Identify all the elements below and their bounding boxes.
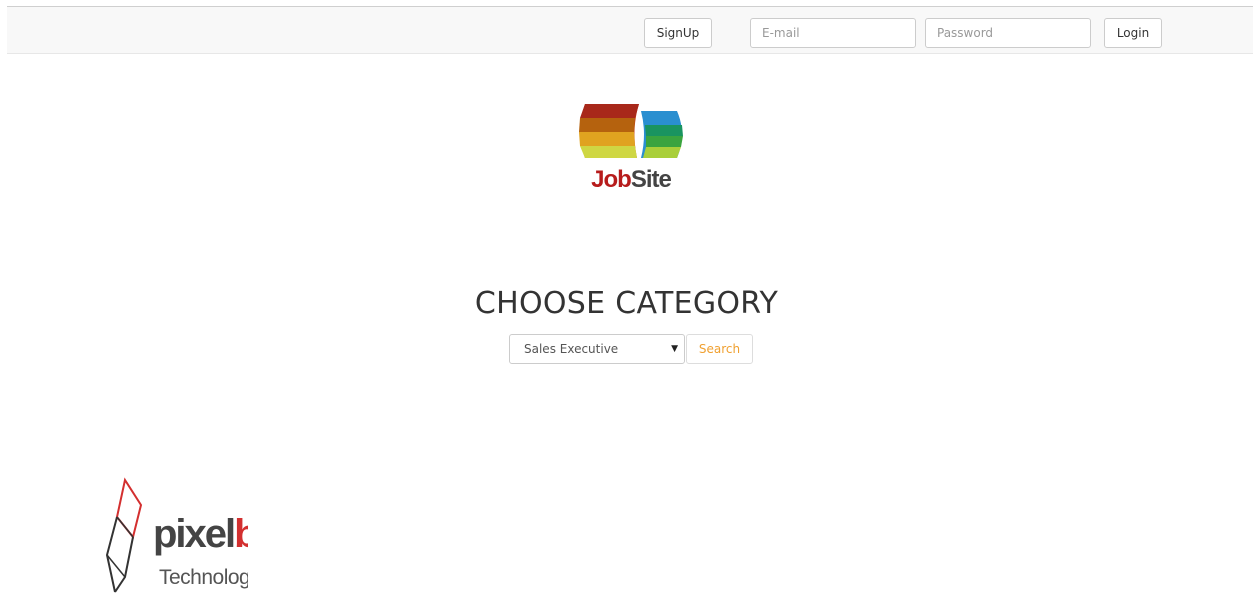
page-title: CHOOSE CATEGORY <box>474 286 779 321</box>
logo-wordmark: JobSite <box>577 166 685 194</box>
signup-button[interactable]: SignUp <box>644 18 712 48</box>
svg-text:pixelbox: pixelbox <box>153 512 248 556</box>
footer-brand-pixel: pixel <box>153 512 234 556</box>
email-field[interactable] <box>750 18 916 48</box>
password-field[interactable] <box>925 18 1091 48</box>
pixelbox-logo-icon: pixelbox Technologies <box>105 477 248 593</box>
logo-word-site: Site <box>630 166 672 193</box>
logo-word-job: Job <box>591 166 632 193</box>
login-button[interactable]: Login <box>1104 18 1162 48</box>
footer-brand-box: box <box>234 512 248 556</box>
search-button[interactable]: Search <box>686 334 753 364</box>
footer-brand-sub: Technologies <box>159 566 248 589</box>
chevron-down-icon: ▼ <box>671 344 678 354</box>
category-select[interactable]: Sales Executive ▼ <box>509 334 685 364</box>
top-navbar: SignUp Login <box>7 6 1253 54</box>
category-select-value: Sales Executive <box>524 342 619 356</box>
